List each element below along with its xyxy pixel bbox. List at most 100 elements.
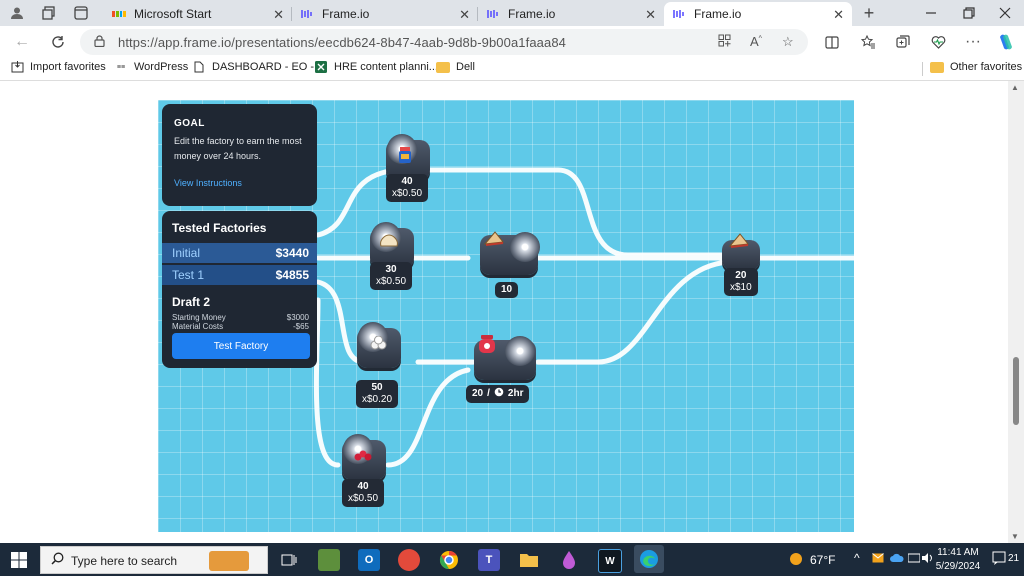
notification-count: 21 [1008,552,1020,564]
bookmark-import-favorites[interactable]: Import favorites [10,61,106,73]
tested-row-value: $3440 [275,246,309,260]
bookmark-label: HRE content planni... [334,61,438,73]
bookmark-label: Import favorites [30,61,106,73]
back-icon[interactable]: ← [12,33,32,51]
collections-icon[interactable] [893,33,913,51]
fan-icon [510,232,540,262]
workspaces-icon[interactable] [40,4,58,22]
restore-icon[interactable] [960,4,978,22]
url-field[interactable]: https://app.frame.io/presentations/eecdb… [80,29,808,55]
bookmark-hre-content[interactable]: HRE content planni... [314,61,438,73]
bread-source-label: 30 x$0.50 [370,262,413,290]
sugar-source-label: 50 x$0.20 [356,380,399,408]
sandwich-maker-count: 10 [501,284,513,295]
scroll-down-icon[interactable]: ▼ [1011,532,1019,541]
split-screen-icon[interactable] [822,33,842,51]
bread-icon [378,230,400,252]
draft-title: Draft 2 [172,295,211,309]
bread-source-count: 30 [385,264,397,275]
notifications-button[interactable]: 21 [992,551,1019,565]
tab-frameio-1[interactable]: Frame.io ✕ [292,2,478,26]
tested-row-value: $4855 [275,268,309,282]
tested-factories-panel: Tested Factories Initial $3440 Test 1 $4… [162,211,317,368]
sandwich-icon [483,228,505,250]
tab-frameio-active[interactable]: Frame.io ✕ [664,2,852,26]
task-view-icon[interactable] [278,549,300,571]
windows-start-icon[interactable] [8,549,30,571]
photos-app-icon[interactable] [318,549,340,571]
mail-icon[interactable] [872,553,884,566]
tab-bar: Microsoft Start ✕ Frame.io ✕ Frame.io ✕ … [0,0,1024,26]
tested-row-test1[interactable]: Test 1 $4855 [162,265,317,285]
network-icon[interactable] [907,553,921,566]
bookmark-label: Dell [456,61,475,73]
starting-money-value: $3000 [286,313,309,322]
copilot-icon[interactable] [996,33,1016,51]
sugar-source-count: 50 [371,382,383,393]
tab-frameio-2[interactable]: Frame.io ✕ [478,2,664,26]
file-explorer-icon[interactable] [518,549,540,571]
sandwich-output-icon [728,230,750,252]
tested-row-initial[interactable]: Initial $3440 [162,243,317,263]
folder-icon [930,61,944,73]
search-placeholder: Type here to search [71,554,178,568]
lock-icon[interactable] [94,35,105,50]
sugar-source-price: x$0.20 [362,394,393,405]
frameio-icon [300,7,314,21]
close-tab-icon[interactable]: ✕ [833,7,844,23]
edge-taskbar-button[interactable] [634,545,664,573]
view-instructions-link[interactable]: View Instructions [174,178,242,188]
clock-time[interactable]: 11:41 AM [934,547,982,558]
more-options-icon[interactable]: ··· [963,33,983,51]
output-label: 20 x$10 [724,268,758,296]
bookmark-other-favorites[interactable]: Other favorites [930,61,1022,73]
starting-money-label: Starting Money [172,313,226,322]
page-scrollbar[interactable]: ▲ ▼ [1008,81,1024,543]
app-drop-icon[interactable] [558,549,580,571]
read-aloud-icon[interactable]: A^ [750,34,762,49]
jam-source-label: 40 x$0.50 [386,174,429,202]
scroll-thumb[interactable] [1013,357,1019,425]
close-tab-icon[interactable]: ✕ [459,7,470,23]
close-window-icon[interactable] [996,4,1014,22]
onedrive-icon[interactable] [890,553,904,566]
fan-icon [505,336,535,366]
tray-chevron-icon[interactable]: ^ [854,551,860,565]
webex-icon[interactable]: W [598,549,622,573]
test-factory-button[interactable]: Test Factory [172,333,310,359]
weather-icon[interactable] [788,551,804,570]
scroll-up-icon[interactable]: ▲ [1011,83,1019,92]
bookmark-wordpress[interactable]: ≡≡ WordPress [114,61,188,73]
profile-icon[interactable] [8,4,26,22]
clock-date[interactable]: 5/29/2024 [932,561,984,572]
chrome-profile-icon[interactable] [398,549,420,571]
bookmark-dashboard[interactable]: DASHBOARD - EO -... [192,61,323,73]
tab-title: Frame.io [322,7,370,21]
favorite-star-icon[interactable]: ☆ [782,34,794,50]
sandwich-maker-label: 10 [495,282,519,298]
tab-title: Frame.io [508,7,556,21]
new-tab-icon[interactable]: + [860,3,878,23]
tab-actions-icon[interactable] [72,4,90,22]
browser-essentials-icon[interactable] [928,33,948,51]
refresh-icon[interactable] [48,33,68,51]
tab-title: Frame.io [694,7,742,21]
output-count: 20 [735,270,747,281]
close-tab-icon[interactable]: ✕ [273,7,284,23]
minimize-icon[interactable] [922,4,940,22]
tab-microsoft-start[interactable]: Microsoft Start ✕ [104,2,292,26]
favorites-icon[interactable] [858,33,878,51]
tested-row-label: Initial [172,246,201,260]
teams-icon[interactable]: T [478,549,500,571]
outlook-icon[interactable]: O [358,549,380,571]
weather-temp[interactable]: 67°F [810,553,835,567]
factory-game[interactable]: GOAL Edit the factory to earn the most m… [158,100,854,532]
clock-icon [494,387,504,401]
taskbar-search-input[interactable]: Type here to search [40,546,268,574]
chrome-icon[interactable] [438,549,460,571]
apps-icon[interactable] [718,34,731,50]
bookmark-dell[interactable]: Dell [436,61,475,73]
jam-jar-icon [394,144,416,166]
jam-maker-time: 2hr [507,388,524,399]
close-tab-icon[interactable]: ✕ [645,7,656,23]
